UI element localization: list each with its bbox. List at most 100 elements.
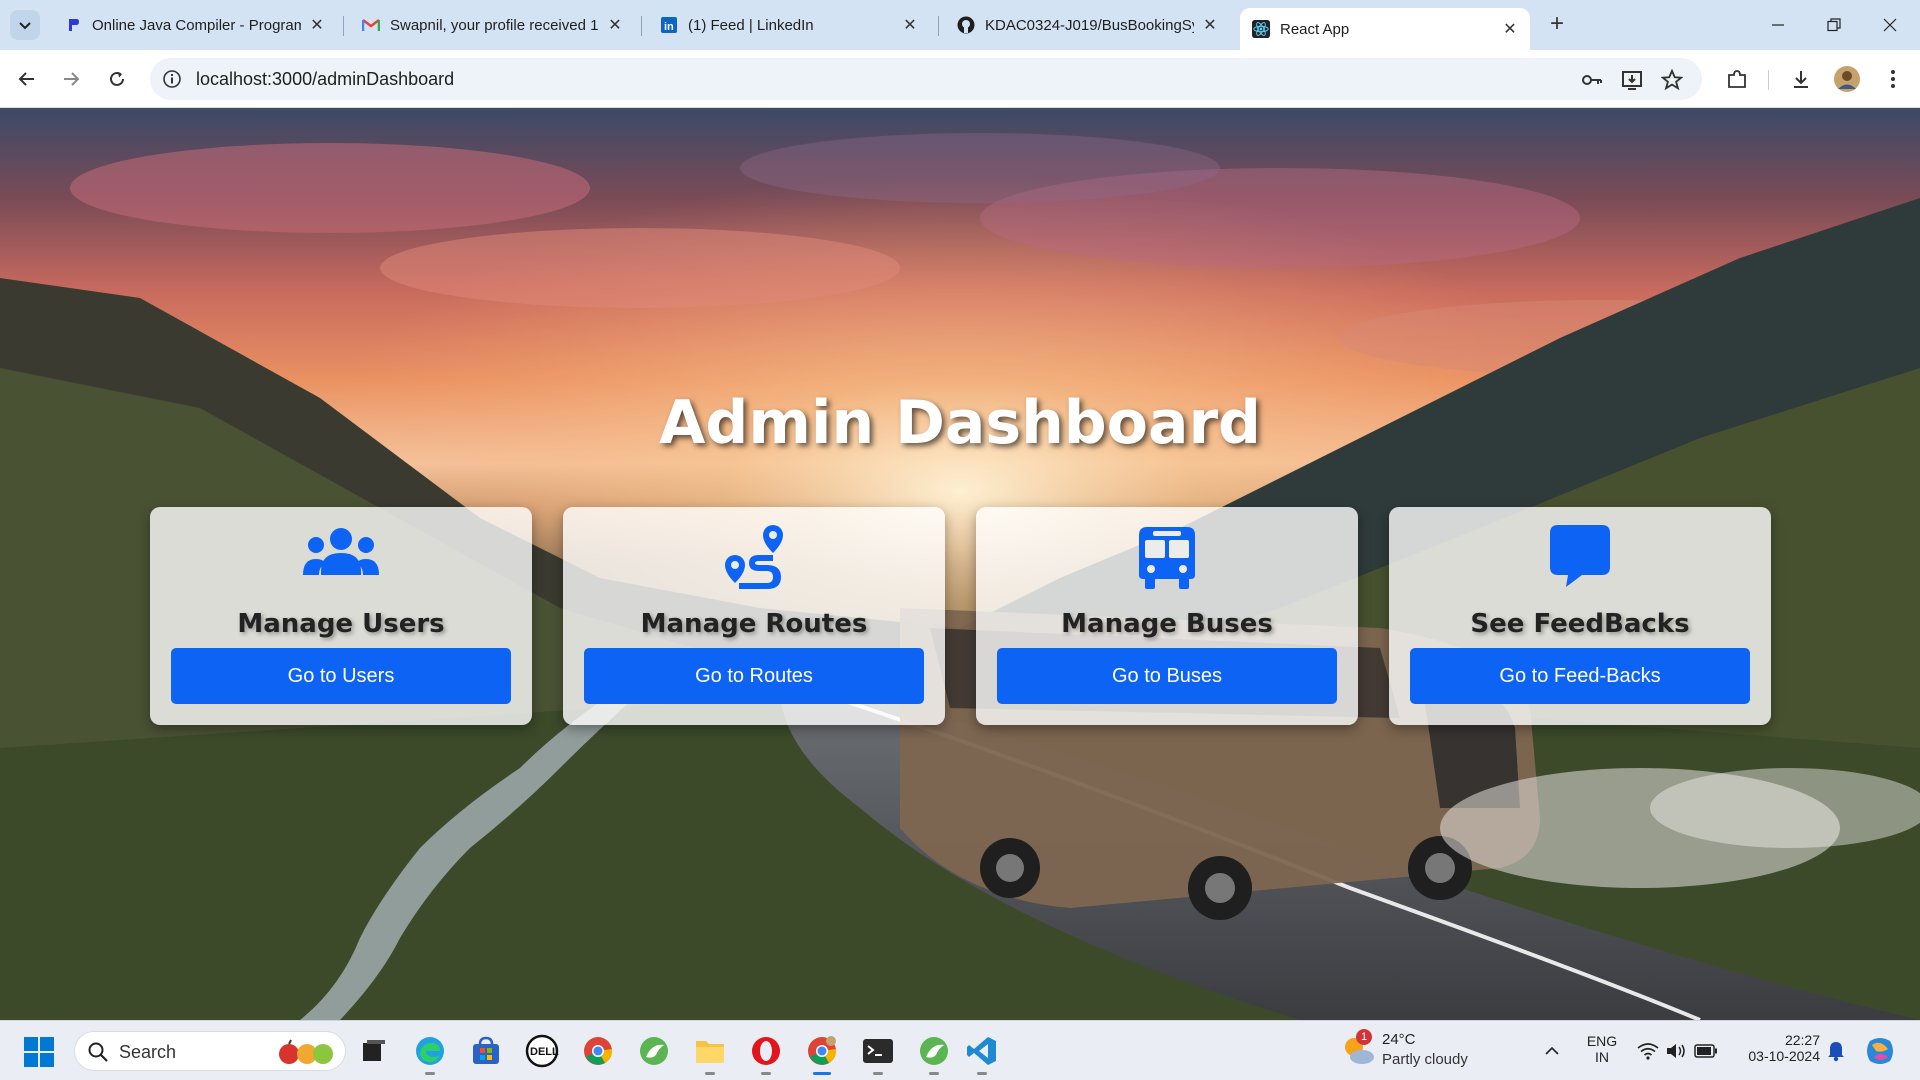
restore-icon: [1827, 18, 1841, 32]
close-icon[interactable]: ✕: [605, 15, 625, 35]
tab-react-app[interactable]: React App ✕: [1240, 8, 1530, 50]
clock-date: 03-10-2024: [1748, 1048, 1820, 1064]
chevron-up-icon[interactable]: [1540, 1039, 1564, 1063]
see-feedbacks-card: See FeedBacks Go to Feed-Backs: [1389, 507, 1771, 725]
battery-icon[interactable]: [1694, 1039, 1718, 1063]
close-icon[interactable]: ✕: [1200, 15, 1220, 35]
close-icon[interactable]: ✕: [1500, 19, 1520, 39]
restore-button[interactable]: [1806, 0, 1862, 50]
running-indicator: [705, 1072, 715, 1075]
clock-time: 22:27: [1784, 1032, 1820, 1048]
volume-icon[interactable]: [1664, 1039, 1688, 1063]
downloads-button[interactable]: [1786, 64, 1816, 94]
search-highlight-fruit-icon: [279, 1039, 333, 1064]
weather-widget[interactable]: 1 24°C Partly cloudy: [1340, 1029, 1490, 1071]
back-button[interactable]: [12, 64, 42, 94]
programiz-icon: [64, 16, 82, 34]
go-to-routes-button[interactable]: Go to Routes: [584, 648, 924, 704]
tab-title: React App: [1280, 20, 1350, 38]
running-indicator: [929, 1072, 939, 1075]
language-code: ENG: [1586, 1033, 1618, 1049]
close-icon[interactable]: ✕: [900, 15, 920, 35]
manage-users-card: Manage Users Go to Users: [150, 507, 532, 725]
close-icon: [1883, 18, 1897, 32]
tab-search-button[interactable]: [10, 10, 40, 40]
install-app-icon[interactable]: [1620, 68, 1644, 92]
language-indicator[interactable]: ENG IN: [1582, 1033, 1622, 1065]
chevron-down-icon: [19, 22, 31, 30]
running-indicator: [813, 1072, 831, 1075]
key-icon[interactable]: [1580, 68, 1604, 92]
site-info-icon[interactable]: [162, 69, 182, 89]
forward-button[interactable]: [56, 64, 86, 94]
taskbar-search-box[interactable]: Search: [74, 1031, 346, 1071]
tab-title: (1) Feed | LinkedIn: [688, 16, 814, 34]
github-icon: [957, 16, 975, 34]
dell-icon[interactable]: DELL: [524, 1033, 560, 1069]
running-indicator: [873, 1072, 883, 1075]
windows-start-button[interactable]: [24, 1037, 54, 1067]
arrow-right-icon: [64, 72, 80, 86]
wifi-icon[interactable]: [1636, 1039, 1660, 1063]
kebab-menu-icon: [1891, 70, 1895, 88]
new-tab-button[interactable]: +: [1544, 12, 1570, 38]
card-title: Manage Routes: [640, 609, 868, 639]
copilot-icon[interactable]: [1864, 1035, 1896, 1067]
close-window-button[interactable]: [1862, 0, 1918, 50]
react-icon: [1252, 20, 1270, 38]
clock[interactable]: 22:27 03-10-2024: [1734, 1032, 1820, 1064]
tab-java-compiler[interactable]: Online Java Compiler - Program ✕: [52, 8, 337, 42]
tab-gmail[interactable]: Swapnil, your profile received 1 ✕: [350, 8, 635, 42]
users-icon: [150, 525, 532, 589]
tab-title: Swapnil, your profile received 1: [390, 16, 599, 34]
admin-dashboard-page: Admin Dashboard Manage Users Go to Users: [0, 108, 1920, 1020]
bookmark-star-icon[interactable]: [1660, 68, 1684, 92]
arrow-left-icon: [18, 72, 34, 86]
gmail-icon: [362, 16, 380, 34]
green-app-icon[interactable]: [636, 1033, 672, 1069]
browser-menu-button[interactable]: [1878, 64, 1908, 94]
puzzle-icon: [1728, 70, 1746, 88]
route-icon: [563, 525, 945, 589]
chrome-active-icon[interactable]: [804, 1033, 840, 1075]
running-indicator: [761, 1072, 771, 1075]
reload-button[interactable]: [102, 64, 132, 94]
file-explorer-icon[interactable]: [692, 1033, 728, 1075]
terminal-icon[interactable]: [860, 1033, 896, 1075]
go-to-feedbacks-button[interactable]: Go to Feed-Backs: [1410, 648, 1750, 704]
toolbar-divider: [1768, 70, 1769, 90]
extensions-button[interactable]: [1722, 64, 1752, 94]
linkedin-icon: in: [660, 16, 678, 34]
running-indicator: [425, 1072, 435, 1075]
tab-title: KDAC0324-J019/BusBookingSys: [985, 16, 1194, 34]
tab-github[interactable]: KDAC0324-J019/BusBookingSys ✕: [945, 8, 1230, 42]
opera-icon[interactable]: [748, 1033, 784, 1075]
address-bar[interactable]: localhost:3000/adminDashboard: [150, 58, 1702, 100]
browser-toolbar: localhost:3000/adminDashboard: [0, 50, 1920, 108]
tab-separator: [343, 16, 344, 36]
manage-routes-card: Manage Routes Go to Routes: [563, 507, 945, 725]
tab-separator: [938, 16, 939, 36]
notification-badge: 1: [1356, 1029, 1372, 1045]
vscode-icon[interactable]: [964, 1033, 1000, 1075]
profile-avatar-button[interactable]: [1832, 64, 1862, 94]
task-view-icon[interactable]: [356, 1033, 392, 1069]
url-text[interactable]: localhost:3000/adminDashboard: [196, 69, 454, 90]
tab-title: Online Java Compiler - Program: [92, 16, 301, 34]
notification-bell-icon[interactable]: [1824, 1039, 1848, 1063]
search-label: Search: [119, 1042, 177, 1062]
minimize-button[interactable]: [1750, 0, 1806, 50]
edge-icon[interactable]: [412, 1033, 448, 1075]
chrome-icon[interactable]: [580, 1033, 616, 1069]
avatar: [1834, 66, 1860, 92]
green-app-2-icon[interactable]: [916, 1033, 952, 1075]
search-icon: [88, 1042, 108, 1062]
comment-icon: [1389, 525, 1771, 589]
windows-taskbar: Search DELL 1 24°C Partly cloudy ENG IN …: [0, 1020, 1920, 1080]
close-icon[interactable]: ✕: [307, 15, 327, 35]
microsoft-store-icon[interactable]: [468, 1033, 504, 1069]
go-to-users-button[interactable]: Go to Users: [171, 648, 511, 704]
card-title: Manage Users: [237, 609, 445, 639]
tab-linkedin[interactable]: in (1) Feed | LinkedIn ✕: [648, 8, 930, 42]
go-to-buses-button[interactable]: Go to Buses: [997, 648, 1337, 704]
